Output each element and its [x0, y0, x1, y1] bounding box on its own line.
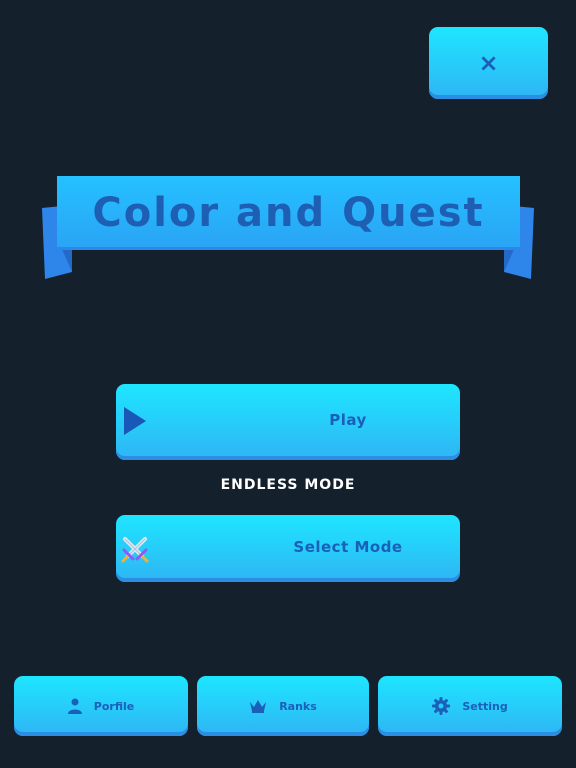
mode-label: ENDLESS MODE: [220, 477, 356, 493]
ranks-label: Ranks: [279, 699, 317, 713]
game-title: Color and Quest: [92, 190, 485, 236]
select-mode-label: Select Mode: [293, 537, 403, 556]
select-mode-button[interactable]: Select Mode: [116, 515, 460, 582]
person-icon: [67, 698, 82, 714]
gear-icon: [432, 697, 451, 715]
play-button[interactable]: Play: [116, 384, 460, 460]
profile-button[interactable]: Porfile: [14, 676, 188, 736]
play-label: Play: [329, 411, 367, 429]
ranks-button[interactable]: Ranks: [197, 676, 369, 736]
setting-label: Setting: [462, 699, 508, 713]
title-banner: Color and Quest: [57, 176, 520, 250]
close-icon: ×: [478, 49, 499, 77]
close-button[interactable]: ×: [429, 27, 548, 99]
crown-icon: [250, 700, 267, 713]
setting-button[interactable]: Setting: [378, 676, 562, 736]
profile-label: Porfile: [93, 699, 135, 713]
